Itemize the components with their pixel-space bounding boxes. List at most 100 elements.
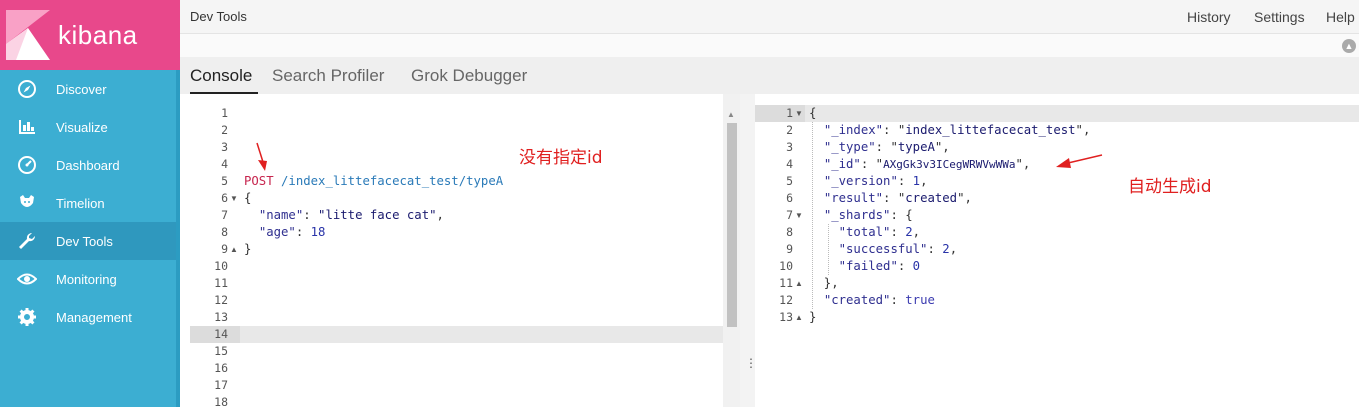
line-number: 6 bbox=[786, 191, 793, 205]
code-line: "_index": "index_littefacecat_test", bbox=[823, 123, 1091, 137]
line-number: 8 bbox=[221, 225, 228, 239]
json-value: "litte face cat" bbox=[318, 208, 437, 222]
code-line: "age": 18 bbox=[258, 225, 326, 239]
sidebar-item-label: Management bbox=[56, 309, 132, 325]
tab-search-profiler[interactable]: Search Profiler bbox=[272, 66, 384, 86]
line-number: 18 bbox=[214, 395, 228, 407]
shards-failed: 0 bbox=[912, 259, 921, 273]
line-number: 16 bbox=[214, 361, 228, 375]
sidebar-item-management[interactable]: Management bbox=[0, 298, 180, 336]
code-line: { bbox=[809, 106, 817, 120]
scroll-thumb[interactable] bbox=[727, 123, 737, 327]
code-line: }, bbox=[809, 276, 839, 290]
close-brace: } bbox=[244, 242, 252, 256]
kibana-logo[interactable]: kibana bbox=[0, 0, 180, 70]
code-line: "total": 2, bbox=[838, 225, 921, 239]
response-created: true bbox=[905, 293, 935, 307]
line-number: 13 bbox=[779, 310, 793, 324]
line-number: 17 bbox=[214, 378, 228, 392]
pane-divider[interactable]: ⋮ bbox=[740, 94, 757, 407]
line-number: 6 bbox=[221, 191, 228, 205]
fold-close-icon[interactable]: ▲ bbox=[795, 309, 803, 326]
line-number: 12 bbox=[779, 293, 793, 307]
gear-icon bbox=[17, 307, 37, 327]
line-number: 8 bbox=[786, 225, 793, 239]
json-value: 18 bbox=[310, 225, 326, 239]
shards-total: 2 bbox=[905, 225, 913, 239]
line-number: 10 bbox=[214, 259, 228, 273]
kibana-logo-icon bbox=[6, 10, 50, 60]
eye-icon bbox=[17, 269, 37, 289]
sidebar-item-label: Timelion bbox=[56, 195, 105, 211]
compass-icon bbox=[17, 79, 37, 99]
sidebar-item-discover[interactable]: Discover bbox=[0, 70, 180, 108]
shards-successful: 2 bbox=[942, 242, 950, 256]
code-line: "failed": 0 bbox=[838, 259, 921, 273]
fold-open-icon[interactable]: ▼ bbox=[795, 207, 803, 224]
response-gutter: 1 ▼ 2 3 4 5 6 7 ▼ 8 9 10 11 ▲ 12 13 ▲ bbox=[755, 94, 805, 407]
sidebar-item-visualize[interactable]: Visualize bbox=[0, 108, 180, 146]
line-number: 15 bbox=[214, 344, 228, 358]
response-id: AXgGk3v3ICegWRWVwWWa bbox=[883, 158, 1016, 171]
open-brace: { bbox=[244, 191, 252, 205]
json-key: "age" bbox=[258, 225, 296, 239]
sidebar: kibana Discover Visualize Dashboard Time… bbox=[0, 0, 180, 407]
line-number: 7 bbox=[786, 208, 793, 222]
scroll-up-icon[interactable]: ▲ bbox=[727, 110, 735, 119]
line-number: 12 bbox=[214, 293, 228, 307]
code-line: { bbox=[244, 190, 251, 207]
code-line: } bbox=[244, 241, 251, 258]
request-code[interactable]: POST /index_littefacecat_test/typeA { "n… bbox=[244, 94, 740, 407]
sidebar-item-monitoring[interactable]: Monitoring bbox=[0, 260, 180, 298]
code-line: "_id": "AXgGk3v3ICegWRWVwWWa", bbox=[823, 157, 1031, 171]
sub-bar: ▲ bbox=[180, 34, 1359, 57]
settings-link[interactable]: Settings bbox=[1254, 9, 1305, 25]
line-number: 5 bbox=[221, 174, 228, 188]
fold-close-icon[interactable]: ▲ bbox=[230, 241, 238, 258]
fold-open-icon[interactable]: ▼ bbox=[230, 190, 238, 207]
sidebar-item-label: Visualize bbox=[56, 119, 108, 135]
red-arrow-icon bbox=[256, 142, 267, 171]
bar-chart-icon bbox=[17, 117, 37, 137]
help-link[interactable]: Help bbox=[1326, 9, 1355, 25]
line-number: 14 bbox=[214, 327, 228, 341]
page-title: Dev Tools bbox=[190, 9, 247, 24]
sidebar-item-dev-tools[interactable]: Dev Tools bbox=[0, 222, 180, 260]
wrench-icon bbox=[17, 231, 37, 251]
sidebar-item-dashboard[interactable]: Dashboard bbox=[0, 146, 180, 184]
annotation-no-id: 没有指定id bbox=[519, 148, 603, 168]
line-number: 4 bbox=[221, 157, 228, 171]
sidebar-edge bbox=[176, 70, 180, 407]
line-number: 3 bbox=[221, 140, 228, 154]
request-line: POST /index_littefacecat_test/typeA bbox=[244, 173, 503, 190]
sidebar-item-label: Discover bbox=[56, 81, 107, 97]
drag-handle-icon[interactable]: ⋮ bbox=[745, 357, 757, 369]
line-number: 2 bbox=[786, 123, 793, 137]
line-number: 1 bbox=[786, 106, 793, 120]
sidebar-item-label: Dev Tools bbox=[56, 233, 113, 249]
timelion-icon bbox=[17, 193, 37, 213]
sidebar-item-timelion[interactable]: Timelion bbox=[0, 184, 180, 222]
sidebar-item-label: Monitoring bbox=[56, 271, 117, 287]
code-line: "created": true bbox=[823, 293, 935, 307]
history-link[interactable]: History bbox=[1187, 9, 1231, 25]
response-code[interactable]: { "_index": "index_littefacecat_test", "… bbox=[809, 94, 1359, 407]
tab-console[interactable]: Console bbox=[190, 66, 252, 86]
line-number: 1 bbox=[221, 106, 228, 120]
code-line: "successful": 2, bbox=[838, 242, 958, 256]
kibana-app: kibana Discover Visualize Dashboard Time… bbox=[0, 0, 1359, 407]
code-line: "result": "created", bbox=[823, 191, 972, 205]
request-scrollbar[interactable]: ▲ bbox=[723, 94, 740, 407]
fold-open-icon[interactable]: ▼ bbox=[795, 105, 803, 122]
fold-close-icon[interactable]: ▲ bbox=[795, 275, 803, 292]
response-editor[interactable]: 1 ▼ 2 3 4 5 6 7 ▼ 8 9 10 11 ▲ 12 13 ▲ { … bbox=[755, 94, 1359, 407]
tab-grok-debugger[interactable]: Grok Debugger bbox=[411, 66, 527, 86]
line-number: 9 bbox=[221, 242, 228, 256]
line-number: 9 bbox=[786, 242, 793, 256]
collapse-up-icon[interactable]: ▲ bbox=[1342, 39, 1356, 53]
code-line: "name": "litte face cat", bbox=[258, 208, 444, 222]
line-number: 2 bbox=[221, 123, 228, 137]
line-number: 13 bbox=[214, 310, 228, 324]
http-method: POST bbox=[244, 174, 274, 188]
line-number: 3 bbox=[786, 140, 793, 154]
